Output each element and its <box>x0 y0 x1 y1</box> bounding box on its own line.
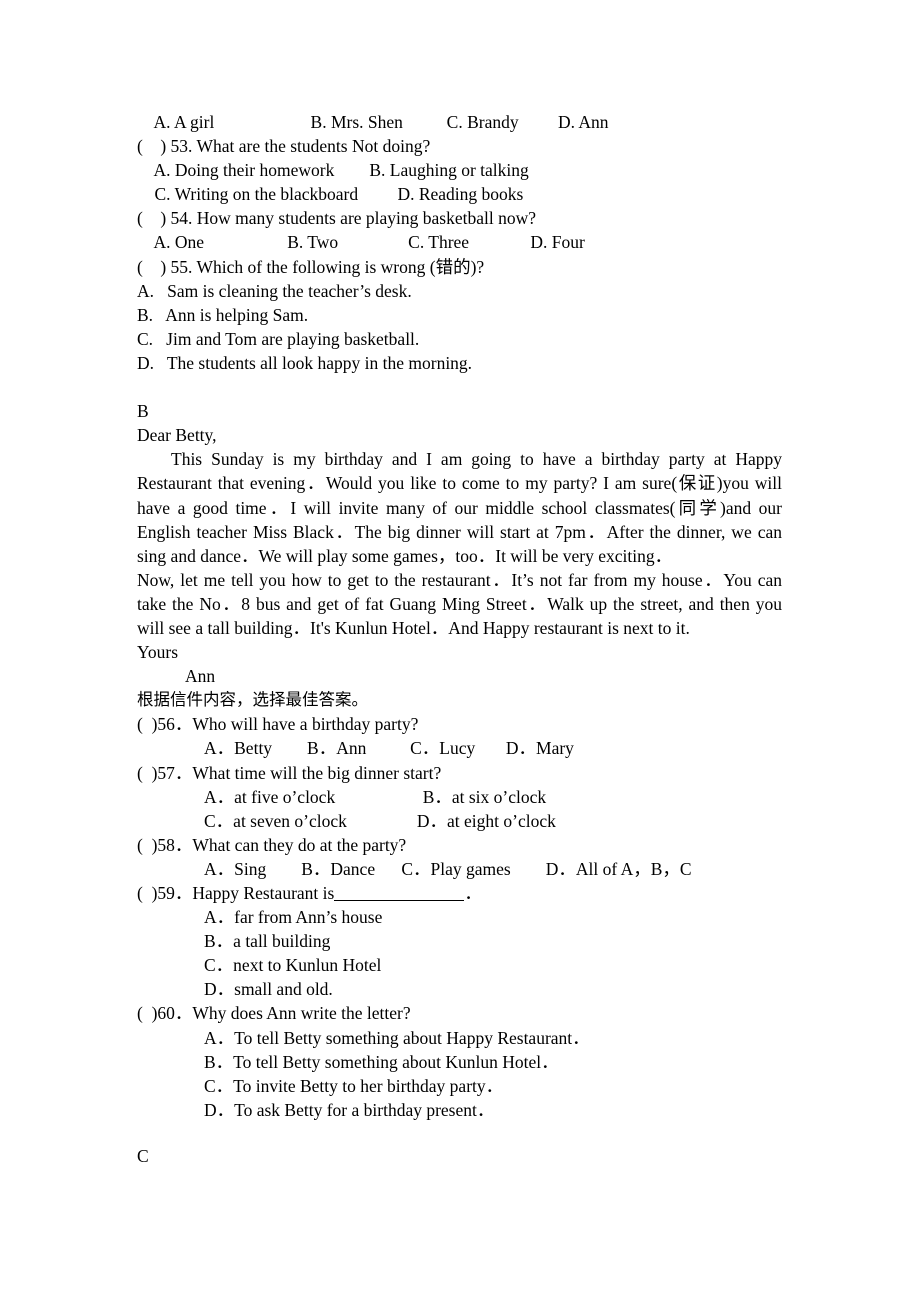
letter-signature: Ann <box>185 666 216 687</box>
question-55-option-row: C. Jim and Tom are playing basketball. <box>137 328 420 349</box>
letter-paragraph-1: This Sunday is my birthday and I am goin… <box>137 449 782 566</box>
passage-b-label: B <box>137 401 149 422</box>
question-59-option-row: A．far from Ann’s house <box>204 907 383 928</box>
question-59-stem: ( )59．Happy Restaurant is ． <box>137 881 782 905</box>
question-58-option-row: A．Sing B．Dance C．Play games D．All of A，B… <box>204 858 692 879</box>
question-59-option-row: B．a tall building <box>204 931 331 952</box>
question-53-option-row: C. Writing on the blackboard D. Reading … <box>137 184 524 205</box>
question-54-option-row: A. One B. Two C. Three D. Four <box>137 232 585 253</box>
question-59-stem-suffix: ． <box>464 883 482 903</box>
document-page: A. A girl B. Mrs. Shen C. Brandy D. Ann … <box>137 110 782 1168</box>
question-53-stem: ( ) 53. What are the students Not doing? <box>137 136 431 157</box>
question-57-stem: ( )57．What time will the big dinner star… <box>137 762 442 783</box>
question-52-options: A. A girl B. Mrs. Shen C. Brandy D. Ann <box>137 112 609 132</box>
question-55-option-row: D. The students all look happy in the mo… <box>137 352 473 373</box>
question-60-option-row: C．To invite Betty to her birthday party． <box>204 1075 504 1096</box>
passage-c-label: C <box>137 1145 149 1166</box>
letter-salutation: Dear Betty, <box>137 425 217 446</box>
question-60-option-row: A．To tell Betty something about Happy Re… <box>204 1027 590 1048</box>
question-58-stem: ( )58．What can they do at the party? <box>137 834 407 855</box>
letter-paragraph-2: Now, let me tell you how to get to the r… <box>137 569 782 638</box>
question-60-option-row: D．To ask Betty for a birthday present． <box>204 1099 495 1120</box>
question-59-option-row: D．small and old. <box>204 979 333 1000</box>
question-57-option-row: A．at five o’clock B．at six o’clock <box>204 786 547 807</box>
question-56-option-row: A．Betty B．Ann C．Lucy D．Mary <box>204 738 574 759</box>
question-57-option-row: C．at seven o’clock D．at eight o’clock <box>204 810 556 831</box>
question-55-option-row: A. Sam is cleaning the teacher’s desk. <box>137 280 412 301</box>
question-59-option-row: C．next to Kunlun Hotel <box>204 955 382 976</box>
question-55-option-row: B. Ann is helping Sam. <box>137 304 309 325</box>
question-53-option-row: A. Doing their homework B. Laughing or t… <box>137 160 529 181</box>
question-59-stem-prefix: ( )59．Happy Restaurant is <box>137 883 335 903</box>
question-56-stem: ( )56．Who will have a birthday party? <box>137 714 419 735</box>
letter-closing: Yours <box>137 642 179 663</box>
question-54-stem: ( ) 54. How many students are playing ba… <box>137 208 537 229</box>
question-60-stem: ( )60．Why does Ann write the letter? <box>137 1003 411 1024</box>
question-55-stem: ( ) 55. Which of the following is wrong … <box>137 256 485 277</box>
answer-blank[interactable] <box>334 900 465 901</box>
instruction-text: 根据信件内容，选择最佳答案。 <box>137 690 368 710</box>
question-60-option-row: B．To tell Betty something about Kunlun H… <box>204 1051 559 1072</box>
